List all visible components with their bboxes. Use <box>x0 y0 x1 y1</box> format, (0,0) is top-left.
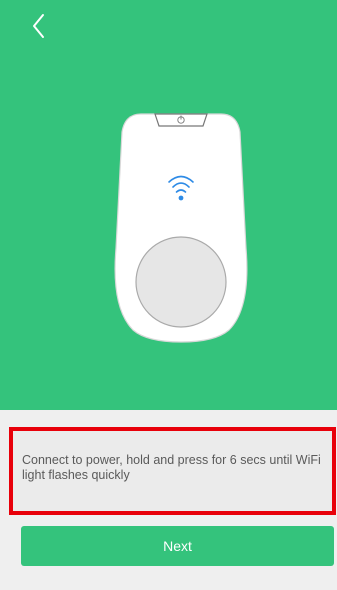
instruction-box: Connect to power, hold and press for 6 s… <box>9 427 336 515</box>
instruction-text: Connect to power, hold and press for 6 s… <box>22 453 321 482</box>
back-button[interactable] <box>26 12 54 40</box>
add-device-screen: Connect to power, hold and press for 6 s… <box>0 0 337 590</box>
next-button[interactable]: Next <box>21 526 334 566</box>
device-illustration-panel <box>0 0 337 410</box>
chevron-left-icon <box>33 14 44 38</box>
smart-plug-illustration <box>111 108 251 348</box>
